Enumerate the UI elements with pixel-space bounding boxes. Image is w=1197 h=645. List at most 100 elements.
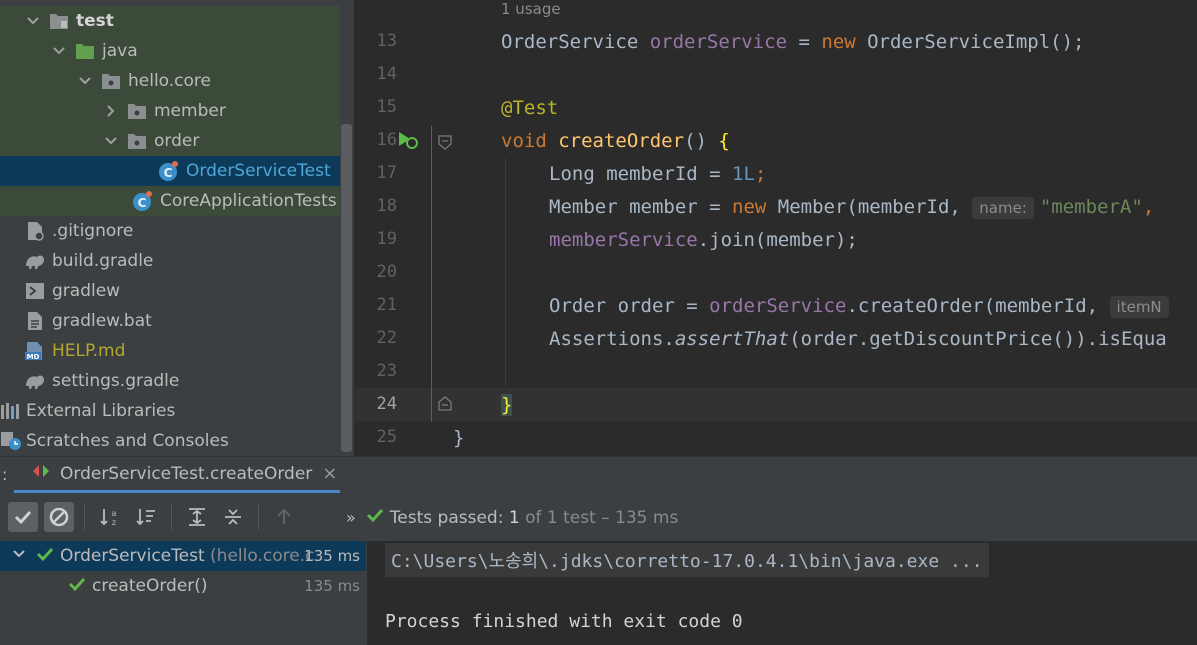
gradle-icon (24, 251, 46, 271)
line-number: 15 (376, 97, 397, 117)
run-toolbar: az (8, 499, 299, 535)
code-line-17: Long memberId = 1L; (549, 163, 767, 185)
show-ignored-button[interactable] (44, 502, 74, 532)
tree-item-hello-core[interactable]: hello.core (0, 66, 340, 96)
tree-item-member[interactable]: member (0, 96, 340, 126)
console-command-line[interactable]: C:\Users\노송희\.jdks\corretto-17.0.4.1\bin… (385, 543, 989, 577)
tree-scrollbar[interactable] (341, 124, 352, 452)
tree-item-order[interactable]: order (0, 126, 340, 156)
status-summary: of 1 test – 135 ms (525, 507, 679, 528)
usage-hint[interactable]: 1 usage (501, 0, 561, 18)
line-number: 13 (376, 31, 397, 51)
tree-item-settings-gradle[interactable]: settings.gradle (0, 366, 340, 396)
pass-check-icon (68, 576, 86, 597)
line-number: 17 (376, 163, 397, 183)
tree-item-scratches[interactable]: Scratches and Consoles (0, 426, 340, 456)
ignore-icon (49, 507, 69, 527)
expand-all-icon (189, 508, 205, 526)
tree-item-label: gradlew.bat (52, 311, 152, 331)
chevron-right-icon[interactable] (102, 102, 120, 120)
expand-all-button[interactable] (182, 502, 212, 532)
unfold-icon[interactable] (437, 396, 453, 416)
code-line-25: } (453, 427, 465, 449)
test-duration: 135 ms (304, 577, 360, 595)
chevron-down-icon[interactable] (24, 12, 42, 30)
indent-guide (505, 158, 506, 386)
code-line-19: memberService.join(member); (549, 229, 858, 251)
line-number: 19 (376, 229, 397, 249)
panel-prefix: : (2, 465, 8, 484)
gradle-icon (24, 371, 46, 391)
run-tab-label: OrderServiceTest.createOrder (60, 463, 313, 484)
package-icon (100, 71, 122, 91)
tree-item-test[interactable]: test (0, 6, 340, 36)
close-icon[interactable]: × (322, 463, 337, 484)
line-number: 22 (376, 328, 397, 348)
parameter-hint: name: (972, 197, 1034, 219)
tree-item-external-libraries[interactable]: External Libraries (0, 396, 340, 426)
test-duration: 135 ms (304, 547, 360, 565)
run-tab[interactable]: OrderServiceTest.createOrder × (14, 457, 340, 493)
tree-item-label: order (154, 131, 200, 151)
tree-item-label: build.gradle (52, 251, 154, 271)
test-results-tree: OrderServiceTest (hello.core.c 135 ms cr… (0, 541, 366, 645)
chevron-down-icon[interactable] (50, 42, 68, 60)
folder-icon (74, 41, 96, 61)
pass-check-icon (36, 546, 54, 567)
run-test-gutter-icon[interactable] (397, 130, 419, 154)
test-status: » Tests passed: 1 of 1 test – 135 ms (346, 507, 678, 528)
test-folder-icon (48, 11, 70, 31)
tree-item-build-gradle[interactable]: build.gradle (0, 246, 340, 276)
project-tree: test java hello.core member order C Orde… (0, 0, 354, 456)
more-actions-icon[interactable]: » (346, 508, 356, 527)
pass-check-icon (366, 507, 384, 528)
svg-text:z: z (112, 518, 116, 527)
line-number: 24 (376, 394, 397, 414)
test-method-row[interactable]: createOrder() 135 ms (0, 571, 366, 601)
tree-item-java[interactable]: java (0, 36, 340, 66)
tree-item-label: gradlew (52, 281, 121, 301)
tree-item-order-service-test[interactable]: C OrderServiceTest (0, 156, 340, 186)
toolbar-separator (258, 504, 259, 530)
line-number: 16 (376, 130, 397, 150)
test-class-row[interactable]: OrderServiceTest (hello.core.c 135 ms (0, 541, 366, 571)
scratches-icon (0, 431, 22, 451)
package-icon (126, 131, 148, 151)
line-number: 25 (376, 427, 397, 447)
tree-item-label: HELP.md (52, 341, 126, 361)
collapse-all-button[interactable] (218, 502, 248, 532)
chevron-down-icon[interactable] (76, 72, 94, 90)
previous-failed-button[interactable] (269, 502, 299, 532)
tree-item-label: hello.core (128, 71, 212, 91)
status-passed-label: Tests passed: (389, 507, 504, 528)
collapse-all-icon (225, 509, 241, 525)
tree-item-label: member (154, 101, 226, 121)
tree-item-gitignore[interactable]: .gitignore (0, 216, 340, 246)
sort-alpha-button[interactable]: az (95, 502, 125, 532)
svg-text:a: a (112, 509, 117, 518)
tree-item-label: External Libraries (26, 401, 176, 421)
fold-icon[interactable] (437, 134, 453, 154)
tree-item-label: test (76, 11, 114, 31)
sort-duration-button[interactable] (131, 502, 161, 532)
code-line-15: @Test (501, 97, 559, 119)
svg-text:MD: MD (27, 353, 40, 361)
parameter-hint: itemN (1109, 296, 1169, 318)
show-passed-button[interactable] (8, 502, 38, 532)
code-line-18: Member member = new Member(memberId, nam… (549, 196, 1155, 219)
code-editor[interactable]: 1 usage 13 14 15 16 17 18 19 20 21 22 23… (355, 0, 1197, 456)
sort-alpha-icon: az (100, 509, 117, 527)
tree-item-core-application-tests[interactable]: C CoreApplicationTests (0, 186, 340, 216)
test-class-package: (hello.core.c (210, 546, 315, 566)
svg-text:C: C (138, 196, 147, 210)
terminal-icon (24, 281, 46, 301)
console-output[interactable]: C:\Users\노송희\.jdks\corretto-17.0.4.1\bin… (367, 541, 1197, 645)
package-icon (126, 101, 148, 121)
chevron-down-icon[interactable] (12, 546, 26, 566)
chevron-down-icon[interactable] (102, 132, 120, 150)
check-icon (14, 510, 32, 525)
tree-item-gradlew[interactable]: gradlew (0, 276, 340, 306)
tree-item-gradlew-bat[interactable]: gradlew.bat (0, 306, 340, 336)
line-number: 14 (376, 64, 397, 84)
tree-item-help-md[interactable]: MD HELP.md (0, 336, 340, 366)
